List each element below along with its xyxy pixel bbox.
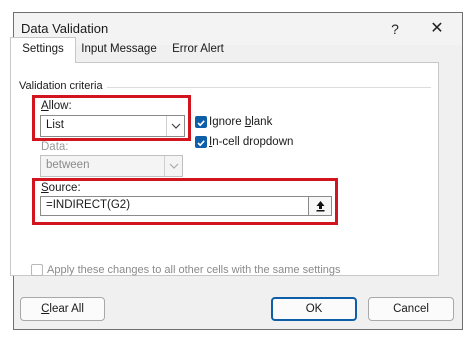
ok-button[interactable]: OK — [271, 297, 357, 321]
in-cell-dropdown-label: In-cell dropdown — [209, 136, 294, 148]
ignore-blank-label: Ignore blank — [209, 116, 273, 128]
help-button[interactable]: ? — [388, 19, 402, 39]
close-button[interactable]: ✕ — [427, 18, 447, 40]
ignore-blank-checkbox[interactable] — [195, 116, 207, 128]
data-value: between — [46, 159, 90, 171]
data-dropdown[interactable]: between — [40, 155, 183, 177]
validation-criteria-label: Validation criteria — [19, 80, 107, 92]
apply-all-label: Apply these changes to all other cells w… — [47, 264, 341, 276]
data-label: Data: — [41, 141, 69, 153]
cancel-button[interactable]: Cancel — [368, 297, 454, 321]
checkmark-icon — [197, 120, 205, 127]
apply-all-checkbox[interactable] — [31, 264, 43, 276]
allow-highlight-box — [32, 95, 191, 141]
clear-all-button[interactable]: Clear All — [20, 297, 105, 321]
tab-settings[interactable]: Settings — [10, 37, 76, 63]
tab-error-alert[interactable]: Error Alert — [163, 38, 233, 62]
checkmark-icon — [197, 140, 205, 147]
tab-input-message[interactable]: Input Message — [79, 38, 159, 62]
in-cell-dropdown-checkbox[interactable] — [195, 136, 207, 148]
chevron-down-icon[interactable] — [164, 156, 182, 176]
source-highlight-box — [32, 178, 338, 225]
dialog-title: Data Validation — [21, 21, 109, 36]
